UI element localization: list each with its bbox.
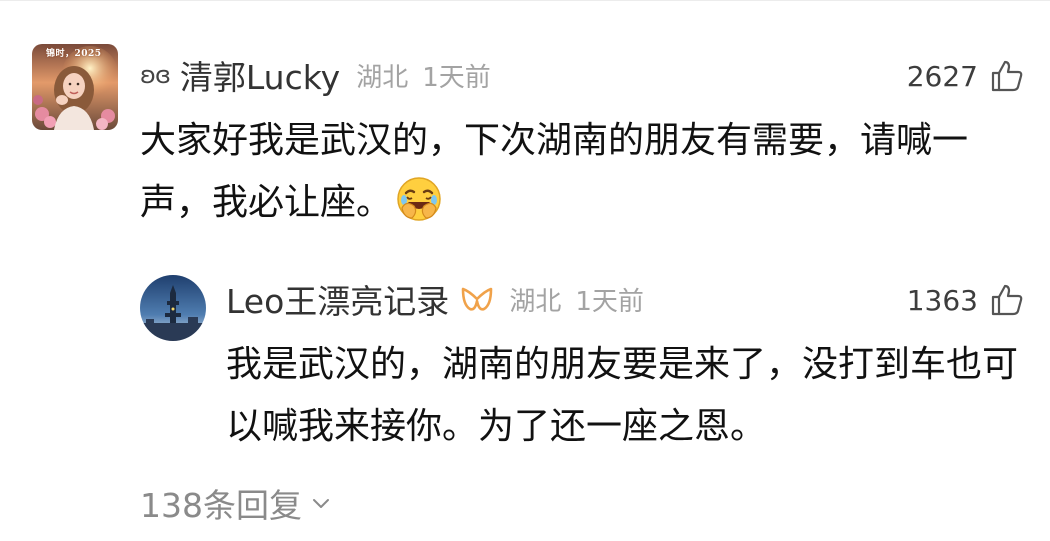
username[interactable]: 清郭Lucky <box>180 51 340 99</box>
reply-avatar[interactable] <box>140 275 206 341</box>
comment-thread: 锦时，2025 ʚɞ 清郭Lucky 湖北 1天前 2627 大家好我是武汉的，… <box>0 0 1050 541</box>
reply-like-button[interactable]: 1363 <box>907 278 1024 322</box>
thumbs-up-icon <box>990 59 1024 93</box>
comment-body: 大家好我是武汉的，下次湖南的朋友有需要，请喊一声，我必让座。 <box>140 120 969 223</box>
top-divider <box>0 0 1050 1</box>
timestamp: 1天前 <box>422 62 491 93</box>
reply-like-count: 1363 <box>906 283 978 317</box>
username-prefix: ʚɞ <box>140 61 171 89</box>
reply-location-label: 湖北 <box>509 286 562 317</box>
location-label: 湖北 <box>356 62 409 93</box>
avatar-tag: 锦时，2025 <box>46 49 102 59</box>
reply-timestamp: 1天前 <box>575 286 644 317</box>
comment-text: 大家好我是武汉的，下次湖南的朋友有需要，请喊一声，我必让座。 <box>140 110 1030 242</box>
reply-username[interactable]: Leo王漂亮记录 <box>226 275 449 323</box>
laughing-emoji-icon <box>396 176 442 242</box>
reply-text: 我是武汉的，湖南的朋友要是来了，没打到车也可以喊我来接你。为了还一座之恩。 <box>226 344 1019 447</box>
comment-header: ʚɞ 清郭Lucky 湖北 1天前 <box>140 50 491 100</box>
thumbs-up-icon <box>990 283 1024 317</box>
like-button[interactable]: 2627 <box>907 54 1024 98</box>
chevron-down-icon <box>302 492 332 514</box>
view-replies-button[interactable]: 138条回复 <box>140 478 332 528</box>
verified-icon <box>449 285 495 313</box>
replies-count-label: 138条回复 <box>140 486 302 525</box>
like-count: 2627 <box>906 59 978 93</box>
avatar[interactable]: 锦时，2025 <box>32 44 118 130</box>
reply-header: Leo王漂亮记录 湖北 1天前 <box>226 276 644 322</box>
